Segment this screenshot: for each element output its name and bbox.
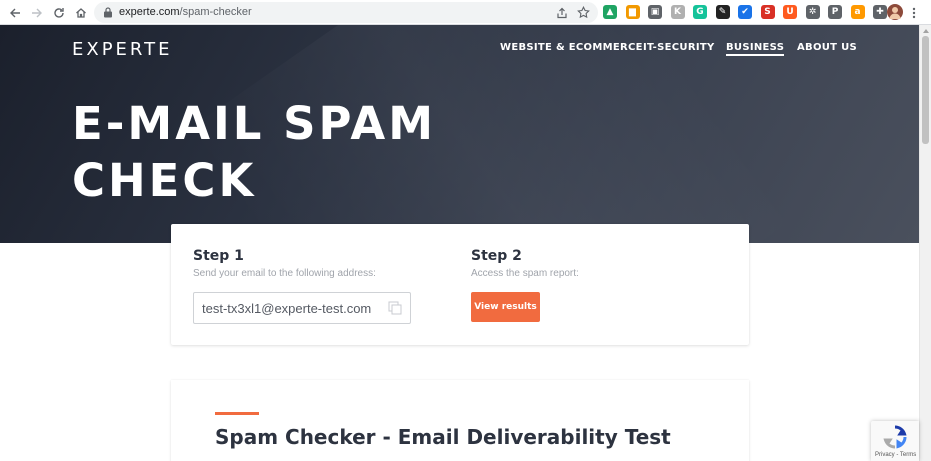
s-icon[interactable]: S xyxy=(760,5,775,19)
reader-icon[interactable]: ▣ xyxy=(648,5,662,19)
content-section: Spam Checker - Email Deliverability Test xyxy=(171,380,749,461)
hero-section: EXPERTE WEBSITE & ECOMMERCE IT-SECURITY … xyxy=(0,25,919,243)
nav-it-security[interactable]: IT-SECURITY xyxy=(643,42,715,53)
accent-divider xyxy=(215,412,259,415)
puzzle-icon[interactable]: ✚ xyxy=(873,5,887,19)
forward-arrow-icon[interactable] xyxy=(28,4,45,21)
u-icon[interactable]: U xyxy=(783,5,797,19)
page-scrollbar[interactable] xyxy=(919,25,931,461)
experte-logo[interactable]: EXPERTE xyxy=(72,39,173,60)
step2-subtitle: Access the spam report: xyxy=(471,268,579,279)
reload-icon[interactable] xyxy=(50,4,67,21)
home-icon[interactable] xyxy=(72,4,89,21)
recaptcha-icon xyxy=(883,425,907,449)
recaptcha-privacy-terms[interactable]: Privacy - Terms xyxy=(875,452,916,458)
url-text: experte.com/spam-checker xyxy=(119,6,252,18)
k-icon[interactable]: K xyxy=(670,5,685,19)
step1-subtitle: Send your email to the following address… xyxy=(193,268,376,279)
grammarly-icon[interactable]: G xyxy=(693,5,707,19)
view-results-button[interactable]: View results xyxy=(471,292,540,322)
pinterest-icon[interactable]: P xyxy=(828,5,842,19)
page-title: E-MAIL SPAM CHECK xyxy=(72,97,436,207)
spam-check-steps-card: Step 1 Send your email to the following … xyxy=(171,224,749,345)
copy-icon[interactable] xyxy=(388,301,402,315)
step1-title: Step 1 xyxy=(193,248,244,264)
recaptcha-badge[interactable]: Privacy - Terms xyxy=(871,421,919,461)
share-icon[interactable] xyxy=(554,5,569,20)
step2-title: Step 2 xyxy=(471,248,522,264)
slides-folder-icon[interactable]: ▆ xyxy=(625,5,640,19)
section-heading: Spam Checker - Email Deliverability Test xyxy=(215,425,671,449)
kebab-menu-icon[interactable] xyxy=(909,4,919,21)
address-bar[interactable]: experte.com/spam-checker xyxy=(94,2,598,23)
google-drive-icon[interactable]: ▲ xyxy=(603,5,617,19)
scrollbar-thumb[interactable] xyxy=(922,36,929,144)
clipper-icon[interactable]: ✎ xyxy=(715,5,730,19)
nav-about-us[interactable]: ABOUT US xyxy=(797,42,857,53)
test-email-address-field[interactable]: test-tx3xl1@experte-test.com xyxy=(193,292,411,324)
lock-icon xyxy=(104,7,112,18)
gear-extension-icon[interactable]: ✲ xyxy=(805,5,820,19)
bookmark-star-icon[interactable] xyxy=(576,5,591,20)
nav-business[interactable]: BUSINESS xyxy=(726,42,785,56)
profile-avatar[interactable] xyxy=(887,4,903,20)
browser-toolbar: experte.com/spam-checker ▲ ▆ ▣ K G ✎ ✔ S U ✲ Pa ✚ xyxy=(0,0,931,25)
test-email-address[interactable]: test-tx3xl1@experte-test.com xyxy=(202,301,371,316)
back-arrow-icon[interactable] xyxy=(6,4,23,21)
scroll-up-arrow-icon[interactable] xyxy=(923,29,929,33)
amazon-icon[interactable]: a xyxy=(850,5,865,19)
nav-website-ecommerce[interactable]: WEBSITE & ECOMMERCE xyxy=(500,42,643,53)
check-icon[interactable]: ✔ xyxy=(738,5,752,19)
